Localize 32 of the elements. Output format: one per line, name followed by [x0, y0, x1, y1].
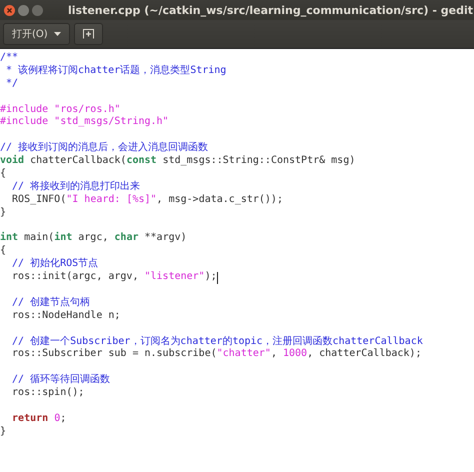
- code-line: #include "ros/ros.h": [0, 104, 120, 116]
- code-line: return 0;: [11, 412, 66, 426]
- code-line: // 循环等待回调函数: [11, 374, 110, 387]
- code-line: // 将接收到的消息打印出来: [11, 180, 140, 194]
- maximize-icon[interactable]: [32, 4, 43, 16]
- close-icon[interactable]: [4, 4, 15, 16]
- code-line: /**: [0, 52, 18, 64]
- code-line: }: [0, 206, 6, 220]
- caret-icon: [54, 32, 61, 36]
- code-line: {: [0, 245, 6, 258]
- code-line: ros::spin();: [11, 387, 84, 400]
- code-line: ROS_INFO("I heard: [%s]", msg->data.c_str());: [11, 194, 283, 207]
- code-line: }: [0, 426, 6, 439]
- window-title: listener.cpp (~/catkin_ws/src/learning_communication/src) - gedit: [68, 4, 474, 16]
- code-line: // 创建节点句柄: [11, 296, 90, 310]
- code-line: void chatterCallback(const std_msgs::String::ConstPtr& msg): [0, 155, 356, 168]
- minimize-icon[interactable]: [18, 4, 29, 16]
- code-line: // 接收到订阅的消息后，会进入消息回调函数: [0, 142, 208, 154]
- code-line: */: [5, 78, 18, 91]
- text-cursor: [216, 272, 218, 284]
- add-icon: [82, 29, 94, 39]
- code-line: int main(int argc, char **argv): [0, 232, 187, 245]
- code-line: {: [0, 168, 6, 181]
- code-line: ros::Subscriber sub = n.subscribe("chatter", 1000, chatterCallback);: [11, 348, 422, 362]
- open-button[interactable]: 打开(O): [3, 23, 70, 45]
- code-line: ros::NodeHandle n;: [11, 310, 120, 323]
- code-line: * 该例程将订阅chatter话题，消息类型String: [5, 64, 226, 78]
- new-tab-button[interactable]: [74, 23, 103, 45]
- code-line: // 初始化ROS节点: [11, 258, 98, 271]
- code-line: #include "std_msgs/String.h": [0, 116, 169, 130]
- code-line: ros::init(argc, argv, "listener");: [11, 271, 217, 284]
- code-line: // 创建一个Subscriber，订阅名为chatter的topic，注册回调函数chatterCallback: [11, 336, 423, 348]
